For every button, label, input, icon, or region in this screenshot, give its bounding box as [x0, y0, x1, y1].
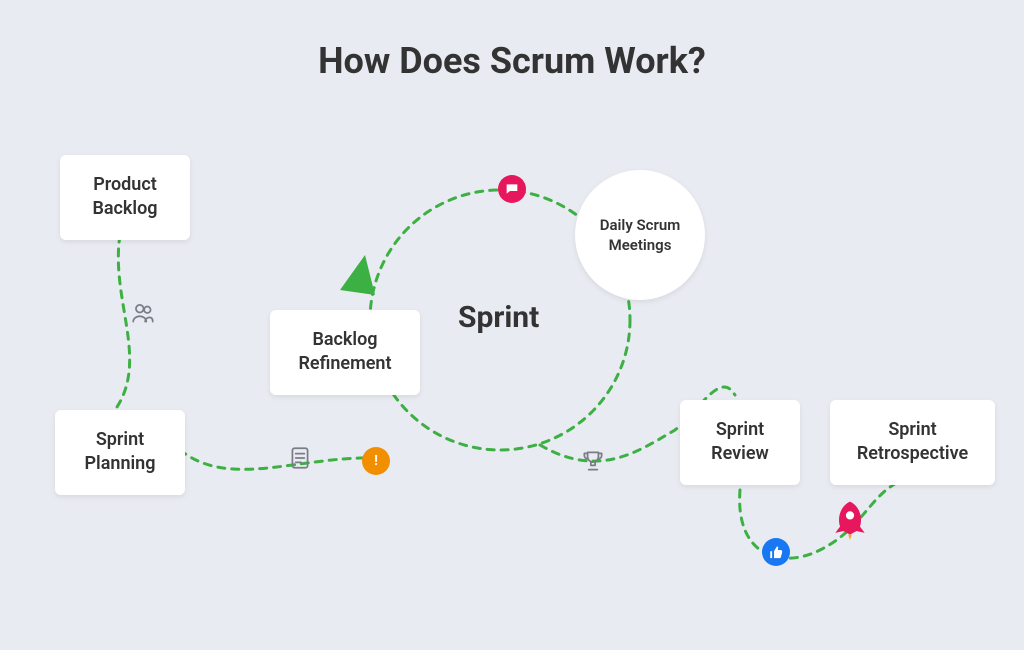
- card-label: Sprint Retrospective: [857, 419, 968, 464]
- card-label: Sprint Planning: [85, 429, 156, 474]
- chat-icon: [498, 175, 526, 203]
- card-sprint-retrospective: Sprint Retrospective: [830, 400, 995, 485]
- sprint-center-label: Sprint: [458, 300, 539, 335]
- thumbs-up-icon: [762, 538, 790, 566]
- rocket-icon: [828, 498, 872, 542]
- card-daily-scrum: Daily Scrum Meetings: [575, 170, 705, 300]
- diagram-title: How Does Scrum Work?: [0, 40, 1024, 82]
- alert-icon: !: [362, 447, 390, 475]
- trophy-icon: [580, 448, 606, 474]
- card-label: Product Backlog: [92, 174, 157, 219]
- card-label: Backlog Refinement: [298, 329, 391, 374]
- card-sprint-review: Sprint Review: [680, 400, 800, 485]
- card-sprint-planning: Sprint Planning: [55, 410, 185, 495]
- card-label: Sprint Review: [711, 419, 769, 464]
- team-icon: [130, 300, 156, 326]
- card-backlog-refinement: Backlog Refinement: [270, 310, 420, 395]
- card-label: Daily Scrum Meetings: [600, 215, 681, 256]
- checklist-icon: [287, 445, 313, 471]
- card-product-backlog: Product Backlog: [60, 155, 190, 240]
